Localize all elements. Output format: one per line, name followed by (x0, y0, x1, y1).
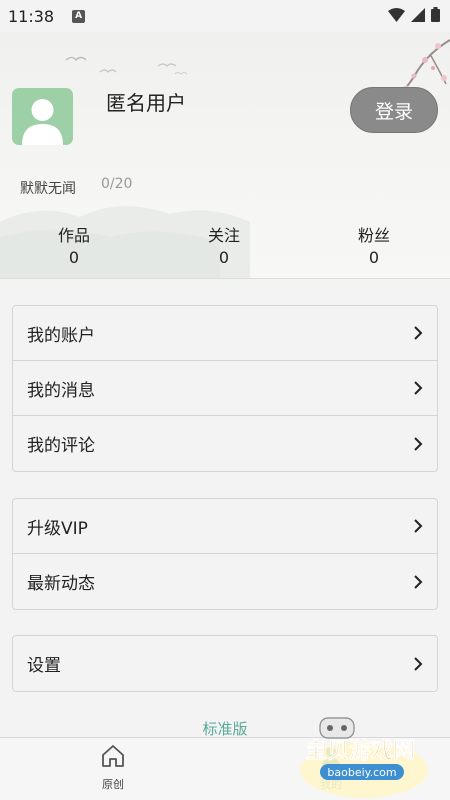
username: 匿名用户 (106, 91, 186, 115)
avatar[interactable] (12, 88, 73, 145)
menu-item-latest-news[interactable]: 最新动态 (13, 554, 437, 609)
stat-following[interactable]: 关注 0 (184, 222, 264, 267)
stat-label: 作品 (57, 226, 90, 245)
login-button[interactable]: 登录 (350, 87, 438, 133)
chevron-right-icon (413, 518, 423, 534)
watermark-title: 宝贝游戏网 (305, 738, 415, 764)
chevron-right-icon (413, 436, 423, 452)
tab-original[interactable]: 原创 (78, 744, 148, 792)
menu-item-settings[interactable]: 设置 (13, 636, 437, 691)
status-time: 11:38 (8, 6, 55, 26)
bio-char-count: 0/20 (101, 176, 133, 192)
menu-group-settings: 设置 (12, 635, 438, 692)
stat-value: 0 (218, 248, 230, 267)
battery-icon (431, 6, 440, 26)
wifi-icon (388, 7, 405, 26)
menu-group-vip: 升级VIP 最新动态 (12, 498, 438, 610)
notification-icon: A (72, 9, 86, 23)
stat-followers[interactable]: 粉丝 0 (334, 222, 414, 267)
menu-item-my-messages[interactable]: 我的消息 (13, 361, 437, 416)
chevron-right-icon (413, 656, 423, 672)
menu-item-label: 最新动态 (27, 574, 95, 594)
menu-group-account: 我的账户 我的消息 我的评论 (12, 305, 438, 472)
tab-label: 原创 (102, 778, 124, 791)
menu-item-label: 我的评论 (27, 436, 95, 456)
menu-item-label: 设置 (27, 656, 61, 676)
menu-item-label: 升级VIP (27, 518, 88, 539)
chevron-right-icon (413, 574, 423, 590)
watermark-url: baobeiy.com (327, 766, 396, 779)
menu-item-label: 我的消息 (27, 380, 95, 401)
bio-text[interactable]: 默默无闻 (20, 178, 76, 198)
menu-item-upgrade-vip[interactable]: 升级VIP (13, 499, 437, 554)
stat-label: 粉丝 (357, 226, 390, 245)
stat-value: 0 (68, 248, 80, 267)
stat-value: 0 (368, 248, 380, 267)
signal-icon (411, 7, 425, 26)
site-watermark-logo: 宝贝游戏网 baobeiy.com (300, 717, 428, 798)
stat-label: 关注 (207, 226, 240, 245)
chevron-right-icon (413, 325, 423, 341)
user-silhouette-icon (22, 99, 63, 145)
status-bar: 11:38 A (0, 0, 450, 32)
home-icon (78, 744, 148, 768)
stat-works[interactable]: 作品 0 (34, 222, 114, 267)
menu-item-my-comments[interactable]: 我的评论 (13, 416, 437, 471)
chevron-right-icon (413, 380, 423, 396)
menu-item-label: 我的账户 (27, 325, 95, 346)
profile-header: 匿名用户 登录 默默无闻 0/20 作品 0 关注 0 粉丝 0 (0, 32, 450, 279)
menu-item-my-account[interactable]: 我的账户 (13, 306, 437, 361)
